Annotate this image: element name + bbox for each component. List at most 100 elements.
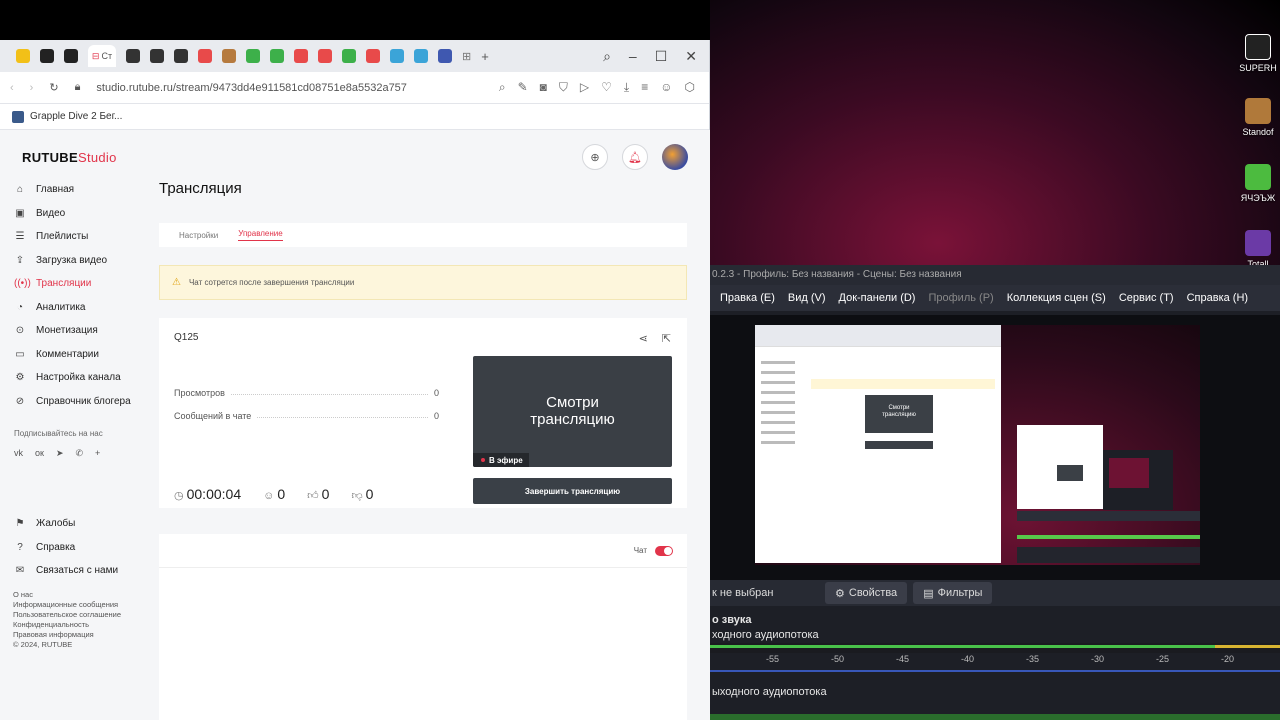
vk-icon[interactable]: vk bbox=[14, 448, 23, 459]
desktop-icon[interactable]: Totall bbox=[1236, 230, 1280, 269]
menu-help[interactable]: Справка (H) bbox=[1187, 292, 1248, 304]
app-icon bbox=[1245, 98, 1271, 124]
tab-favicon[interactable] bbox=[16, 49, 30, 63]
footer-link[interactable]: Правовая информация bbox=[13, 630, 121, 640]
search-icon[interactable]: ⌕ bbox=[603, 48, 611, 65]
avatar[interactable] bbox=[662, 144, 688, 170]
sidebar-item-analytics[interactable]: ◔ Аналитика bbox=[14, 296, 154, 320]
playlist-icon: ☰ bbox=[15, 231, 25, 243]
menu-icon[interactable]: ≡ bbox=[641, 80, 648, 95]
desktop-icon[interactable]: ЯЧЭЪЖ bbox=[1236, 164, 1280, 203]
preview-caption: Смотри трансляцию bbox=[530, 394, 615, 428]
external-link-icon[interactable]: ⇱ bbox=[662, 332, 671, 345]
tab-favicon[interactable] bbox=[150, 49, 164, 63]
new-tab-icon[interactable]: + bbox=[481, 49, 489, 64]
tab-favicon[interactable] bbox=[318, 49, 332, 63]
stream-title: Q125 bbox=[174, 332, 199, 343]
desktop-background: SUPERH Standof ЯЧЭЪЖ Totall bbox=[710, 0, 1280, 270]
bookmark-item[interactable]: Grapple Dive 2 Бег... bbox=[30, 111, 122, 122]
filters-button[interactable]: ▤ Фильтры bbox=[913, 582, 993, 604]
user-icon[interactable]: ☺ bbox=[660, 80, 672, 95]
chat-warning: ⚠ Чат сотрется после завершения трансляц… bbox=[159, 265, 687, 300]
tab-settings[interactable]: Настройки bbox=[179, 231, 218, 240]
sidebar-item-help[interactable]: ? Справка bbox=[14, 536, 154, 560]
volume-slider[interactable] bbox=[710, 670, 1280, 672]
footer-link[interactable]: Конфиденциальность bbox=[13, 620, 121, 630]
grid-icon[interactable]: ⊞ bbox=[462, 50, 471, 63]
volume-meter bbox=[710, 714, 1280, 720]
menu-edit[interactable]: Правка (E) bbox=[720, 292, 775, 304]
gear-icon: ⚙ bbox=[835, 587, 845, 600]
sidebar-item-upload[interactable]: ⇪ Загрузка видео bbox=[14, 249, 154, 273]
tab-strip: ⊟ Ст ⊞ + ⌕ – ☐ ✕ bbox=[0, 40, 709, 72]
tab-favicon[interactable] bbox=[246, 49, 260, 63]
tab-favicon[interactable] bbox=[390, 49, 404, 63]
tab-favicon[interactable] bbox=[64, 49, 78, 63]
share-icon[interactable]: ⋖ bbox=[639, 332, 648, 345]
tab-favicon[interactable] bbox=[366, 49, 380, 63]
tab-favicon[interactable] bbox=[438, 49, 452, 63]
sidebar-item-video[interactable]: ▣ Видео bbox=[14, 202, 154, 226]
edit-icon[interactable]: ✎ bbox=[518, 80, 528, 95]
menu-tools[interactable]: Сервис (T) bbox=[1119, 292, 1174, 304]
tab-favicon[interactable] bbox=[414, 49, 428, 63]
end-stream-button[interactable]: Завершить трансляцию bbox=[473, 478, 672, 504]
tab-favicon[interactable] bbox=[270, 49, 284, 63]
footer-link[interactable]: О нас bbox=[13, 590, 121, 600]
sidebar-item-monetization[interactable]: ⊙ Монетизация bbox=[14, 319, 154, 343]
desktop-icon[interactable]: SUPERH bbox=[1236, 34, 1280, 73]
sidebar-item-channel-settings[interactable]: ⚙ Настройка канала bbox=[14, 366, 154, 390]
tab-favicon[interactable] bbox=[174, 49, 188, 63]
sidebar-item-contact[interactable]: ✉ Связаться с нами bbox=[14, 559, 154, 583]
tab-favicon[interactable] bbox=[40, 49, 54, 63]
menu-profile[interactable]: Профиль (P) bbox=[928, 292, 993, 304]
menu-docks[interactable]: Док-панели (D) bbox=[839, 292, 916, 304]
stream-preview[interactable]: Смотри трансляцию В эфире bbox=[473, 356, 672, 467]
plus-icon[interactable]: + bbox=[95, 448, 100, 459]
dislikes-counter: 👎︎ 0 bbox=[351, 486, 374, 502]
close-icon[interactable]: ✕ bbox=[685, 48, 697, 65]
desktop-icon[interactable]: Standof bbox=[1236, 98, 1280, 137]
upload-icon[interactable]: ⊕ bbox=[582, 144, 608, 170]
menu-view[interactable]: Вид (V) bbox=[788, 292, 826, 304]
shield-icon[interactable]: ⛉ bbox=[559, 80, 568, 95]
sidebar-item-home[interactable]: ⌂ Главная bbox=[14, 178, 154, 202]
forward-icon[interactable]: › bbox=[30, 82, 34, 94]
camera-icon[interactable]: ◙ bbox=[540, 80, 547, 95]
tab-favicon[interactable] bbox=[198, 49, 212, 63]
menu-scene-collection[interactable]: Коллекция сцен (S) bbox=[1007, 292, 1106, 304]
rutube-studio-logo[interactable]: RUTUBEStudio bbox=[22, 150, 117, 165]
tab-management[interactable]: Управление bbox=[238, 229, 283, 241]
sidebar-item-comments[interactable]: ▭ Комментарии bbox=[14, 343, 154, 367]
url-field[interactable]: studio.rutube.ru/stream/9473dd4e911581cd… bbox=[96, 82, 407, 94]
back-icon[interactable]: ‹ bbox=[10, 82, 14, 94]
obs-window: 0.2.3 - Профиль: Без названия - Сцены: Б… bbox=[710, 265, 1280, 720]
download-icon[interactable]: ⤓ bbox=[624, 80, 629, 95]
minimize-icon[interactable]: – bbox=[629, 48, 637, 65]
filter-icon: ▤ bbox=[923, 587, 934, 600]
sidebar-item-broadcasts[interactable]: ((•)) Трансляции bbox=[14, 272, 154, 296]
stream-card: Q125 ⋖ ⇱ Просмотров 0 Сообщений в чате 0 С… bbox=[159, 318, 687, 508]
search-icon[interactable]: ⌕ bbox=[499, 80, 506, 95]
bell-icon[interactable]: 🔔︎ bbox=[622, 144, 648, 170]
tab-active[interactable]: ⊟ Ст bbox=[88, 45, 116, 67]
heart-icon[interactable]: ♡ bbox=[601, 80, 612, 95]
tab-favicon[interactable] bbox=[294, 49, 308, 63]
viber-icon[interactable]: ✆ bbox=[76, 448, 84, 459]
tab-favicon[interactable] bbox=[222, 49, 236, 63]
tab-favicon[interactable] bbox=[126, 49, 140, 63]
maximize-icon[interactable]: ☐ bbox=[655, 48, 668, 65]
sidebar-item-complaints[interactable]: ⚑ Жалобы bbox=[14, 512, 154, 536]
extension-icon[interactable]: ⬡ bbox=[685, 80, 695, 95]
reload-icon[interactable]: ↻ bbox=[49, 81, 58, 94]
sidebar-item-playlists[interactable]: ☰ Плейлисты bbox=[14, 225, 154, 249]
telegram-icon[interactable]: ➤ bbox=[56, 448, 64, 459]
send-icon[interactable]: ▷ bbox=[580, 80, 589, 95]
footer-link[interactable]: Пользовательское соглашение bbox=[13, 610, 121, 620]
chat-toggle[interactable] bbox=[655, 545, 673, 556]
properties-button[interactable]: ⚙ Свойства bbox=[825, 582, 908, 604]
footer-link[interactable]: Информационные сообщения bbox=[13, 600, 121, 610]
sidebar-item-blogger-guide[interactable]: ⊘ Справочник блогера bbox=[14, 390, 154, 414]
ok-icon[interactable]: ок bbox=[35, 448, 44, 459]
tab-favicon[interactable] bbox=[342, 49, 356, 63]
